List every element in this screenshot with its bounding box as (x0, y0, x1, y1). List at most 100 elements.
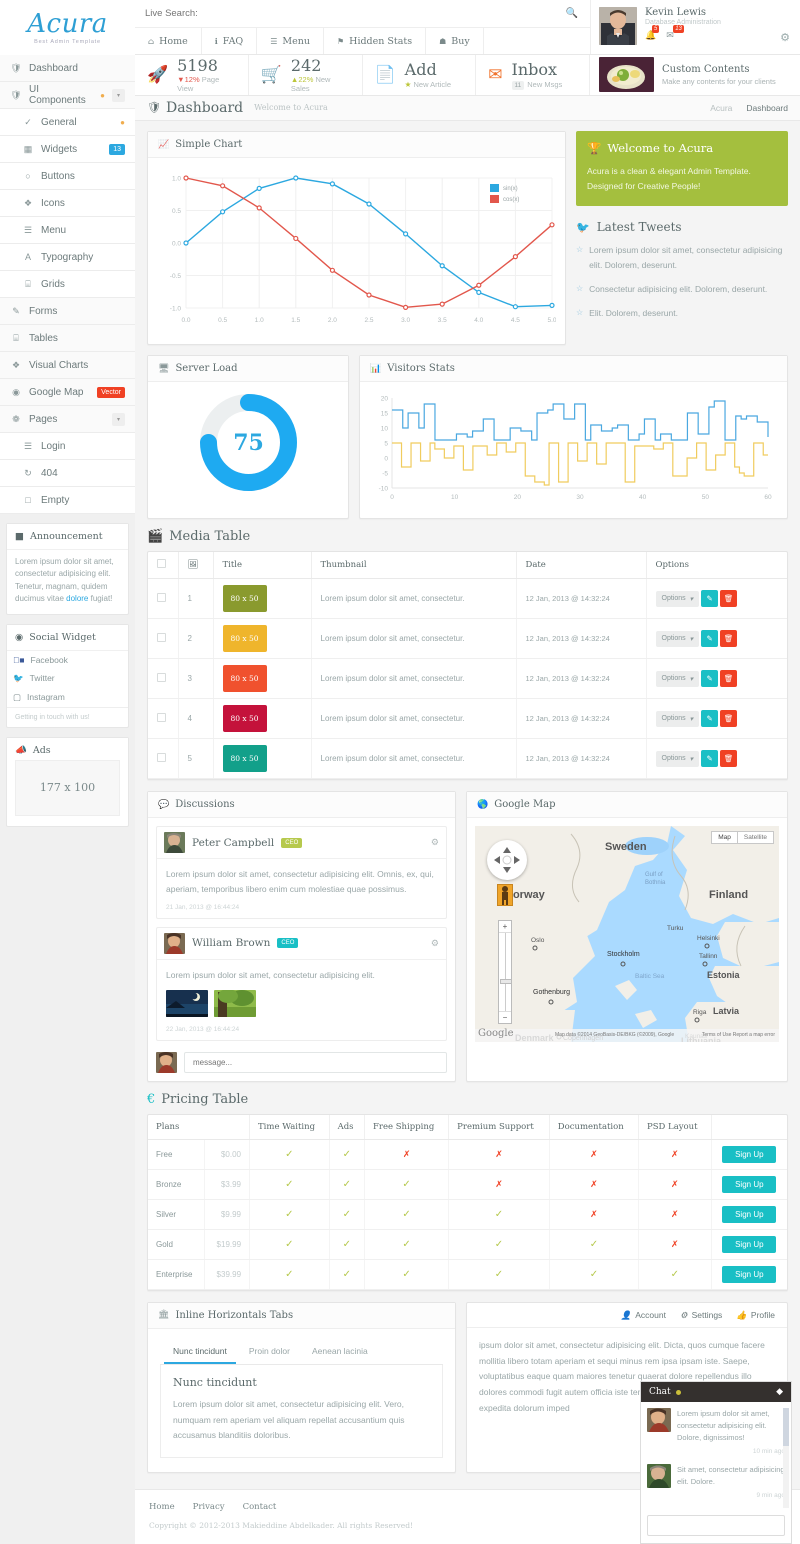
options-button[interactable]: Options ▾ (656, 631, 700, 647)
chevron-down-icon[interactable]: ▾ (112, 413, 125, 426)
stat-add-article[interactable]: 📄 Add ★ New Article (363, 55, 477, 95)
satellite-button[interactable]: Satellite (738, 831, 774, 844)
options-button[interactable]: Options ▾ (656, 711, 700, 727)
sidebar-item-google-map[interactable]: ◉Google MapVector (0, 379, 135, 406)
map-pan-control[interactable] (487, 840, 527, 880)
social-item-twitter[interactable]: 🐦 Twitter (13, 669, 128, 688)
table-row[interactable]: 480 x 50Lorem ipsum dolor sit amet, cons… (148, 699, 787, 739)
sidebar-item-typography[interactable]: ATypography (0, 244, 135, 271)
thumbnail-swatch[interactable]: 80 x 50 (223, 665, 267, 692)
map-terms[interactable]: Terms of Use Report a map error (702, 1032, 775, 1038)
edit-button[interactable]: ✎ (701, 710, 718, 727)
menu-item-menu[interactable]: ☰Menu (257, 28, 324, 54)
sidebar-item-visual-charts[interactable]: ❖Visual Charts (0, 352, 135, 379)
footer-link-home[interactable]: Home (149, 1502, 175, 1512)
brand[interactable]: Acura Best Admin Template (0, 0, 135, 55)
gear-icon[interactable]: ⚙ (431, 837, 439, 848)
thumbnail-swatch[interactable]: 80 x 50 (223, 745, 267, 772)
row-checkbox[interactable] (157, 633, 166, 642)
sidebar-item-general[interactable]: ✓General● (0, 109, 135, 136)
tab-proin-dolor[interactable]: Proin dolor (240, 1339, 299, 1364)
sidebar-item-icons[interactable]: ❖Icons (0, 190, 135, 217)
table-row[interactable]: 180 x 50Lorem ipsum dolor sit amet, cons… (148, 579, 787, 619)
sidebar-item-forms[interactable]: ✎Forms (0, 298, 135, 325)
sidebar-item-widgets[interactable]: ▦Widgets13 (0, 136, 135, 163)
stat-inbox[interactable]: ✉ Inbox 11New Msgs (476, 55, 590, 95)
stat-new-sales[interactable]: 🛒 242 ▲22% New Sales (249, 55, 363, 95)
search-input[interactable] (145, 8, 580, 19)
signup-button[interactable]: Sign Up (722, 1206, 776, 1223)
options-button[interactable]: Options ▾ (656, 751, 700, 767)
pegman-icon[interactable] (497, 884, 513, 906)
table-row[interactable]: 580 x 50Lorem ipsum dolor sit amet, cons… (148, 739, 787, 779)
minimize-icon[interactable]: ◆ (776, 1387, 783, 1397)
tab-aenean-lacinia[interactable]: Aenean lacinia (303, 1339, 377, 1364)
sidebar-item-tables[interactable]: ⌸Tables (0, 325, 135, 352)
signup-button[interactable]: Sign Up (722, 1266, 776, 1283)
breadcrumb-root[interactable]: Acura (710, 103, 732, 113)
notifications-icon[interactable]: 🔔5 (645, 30, 656, 41)
chat-header[interactable]: Chat ◆ (641, 1382, 791, 1402)
footer-link-privacy[interactable]: Privacy (193, 1502, 225, 1512)
footer-link-contact[interactable]: Contact (243, 1502, 277, 1512)
zoom-in-button[interactable]: + (499, 921, 511, 933)
signup-button[interactable]: Sign Up (722, 1236, 776, 1253)
user-panel[interactable]: Kevin Lewis Database Administration 🔔5 ✉… (591, 0, 800, 54)
sidebar-item-menu[interactable]: ☰Menu (0, 217, 135, 244)
menu-item-faq[interactable]: ℹFAQ (202, 28, 257, 54)
map-button[interactable]: Map (711, 831, 738, 844)
sidebar-item-404[interactable]: ↻404 (0, 460, 135, 487)
menu-item-buy[interactable]: ☗Buy (426, 28, 484, 54)
messages-icon[interactable]: ✉13 (666, 30, 674, 41)
sidebar-item-buttons[interactable]: ○Buttons (0, 163, 135, 190)
custom-contents[interactable]: Custom Contents Make any contents for yo… (590, 55, 800, 95)
row-checkbox[interactable] (157, 593, 166, 602)
delete-button[interactable]: 🗑 (720, 630, 737, 647)
message-input[interactable] (184, 1052, 447, 1073)
ad-placeholder[interactable]: 177 x 100 (15, 760, 120, 816)
thumbnail-swatch[interactable]: 80 x 50 (223, 705, 267, 732)
menu-item-hidden-stats[interactable]: ⚑Hidden Stats (324, 28, 426, 54)
row-checkbox[interactable] (157, 753, 166, 762)
row-checkbox[interactable] (157, 713, 166, 722)
thumbnail-swatch[interactable]: 80 x 50 (223, 585, 267, 612)
edit-button[interactable]: ✎ (701, 630, 718, 647)
gear-icon[interactable]: ⚙ (780, 31, 790, 44)
tab-nunc-tincidunt[interactable]: Nunc tincidunt (164, 1339, 236, 1364)
delete-button[interactable]: 🗑 (720, 750, 737, 767)
search-icon[interactable]: 🔍 (566, 8, 578, 19)
select-all-checkbox[interactable] (157, 559, 166, 568)
map-zoom-control[interactable]: + − (498, 920, 512, 1024)
chevron-down-icon[interactable]: ▾ (112, 89, 125, 102)
sidebar-item-empty[interactable]: □Empty (0, 487, 135, 514)
chat-input[interactable] (647, 1515, 785, 1536)
menu-item-home[interactable]: ⌂Home (135, 28, 202, 54)
sidebar-item-grids[interactable]: ⌸Grids (0, 271, 135, 298)
sidebar-item-ui-components[interactable]: 🛡UI Components●▾ (0, 82, 135, 109)
stat-page-view[interactable]: 🚀 5198 ▼12% Page View (135, 55, 249, 95)
delete-button[interactable]: 🗑 (720, 590, 737, 607)
table-row[interactable]: 280 x 50Lorem ipsum dolor sit amet, cons… (148, 619, 787, 659)
social-item-facebook[interactable]: ■ Facebook (13, 651, 128, 669)
table-row[interactable]: 380 x 50Lorem ipsum dolor sit amet, cons… (148, 659, 787, 699)
gear-icon[interactable]: ⚙ (431, 938, 439, 949)
social-item-instagram[interactable]: ▢ Instagram (13, 688, 128, 707)
zoom-out-button[interactable]: − (499, 1011, 511, 1023)
edit-button[interactable]: ✎ (701, 670, 718, 687)
edit-button[interactable]: ✎ (701, 590, 718, 607)
signup-button[interactable]: Sign Up (722, 1176, 776, 1193)
attachment-thumbnail[interactable] (214, 990, 256, 1017)
tab-account[interactable]: 👤Account (621, 1310, 666, 1321)
tab-settings[interactable]: ⚙Settings (680, 1310, 722, 1321)
chat-scrollbar[interactable] (783, 1408, 789, 1508)
edit-button[interactable]: ✎ (701, 750, 718, 767)
signup-button[interactable]: Sign Up (722, 1146, 776, 1163)
delete-button[interactable]: 🗑 (720, 670, 737, 687)
tab-profile[interactable]: 👍Profile (736, 1310, 775, 1321)
thumbnail-swatch[interactable]: 80 x 50 (223, 625, 267, 652)
row-checkbox[interactable] (157, 673, 166, 682)
sidebar-item-pages[interactable]: ❁Pages▾ (0, 406, 135, 433)
sidebar-item-dashboard[interactable]: 🛡Dashboard (0, 55, 135, 82)
options-button[interactable]: Options ▾ (656, 671, 700, 687)
sidebar-item-login[interactable]: ☰Login (0, 433, 135, 460)
